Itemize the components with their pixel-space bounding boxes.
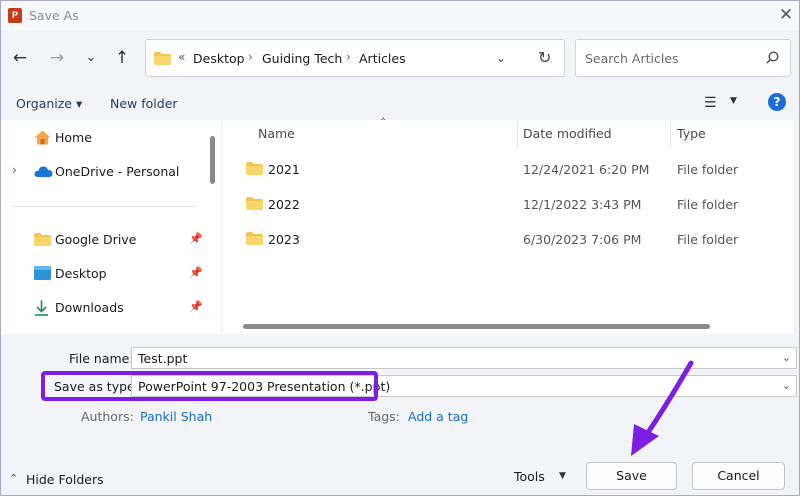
highlight-box — [41, 371, 378, 401]
nav-item-label: Google Drive — [55, 232, 137, 247]
arrow-left-icon: ← — [12, 48, 28, 68]
search-input[interactable]: Search Articles — [585, 51, 679, 66]
nav-scrollbar[interactable] — [210, 136, 215, 184]
navigation-pane: Home › OneDrive - Personal Google Drive … — [1, 120, 221, 334]
nav-item-home[interactable]: Home — [1, 123, 206, 151]
hide-folders-button[interactable]: Hide Folders — [26, 472, 104, 487]
download-icon — [35, 300, 48, 316]
desktop-icon — [34, 266, 51, 280]
chevron-up-icon: ⌃ — [9, 472, 19, 485]
breadcrumb-desktop[interactable]: Desktop — [193, 51, 245, 66]
arrow-up-icon: ↑ — [114, 48, 130, 68]
home-icon — [34, 130, 51, 145]
search-box[interactable]: Search Articles — [575, 39, 791, 77]
row-date: 6/30/2023 7:06 PM — [523, 232, 642, 247]
column-separator[interactable] — [517, 120, 518, 148]
nav-item-desktop[interactable]: Desktop 📌 — [1, 259, 206, 287]
nav-divider — [11, 206, 197, 207]
new-folder-button[interactable]: New folder — [110, 96, 178, 111]
organize-menu[interactable]: Organize ▾ — [16, 96, 82, 111]
column-separator[interactable] — [670, 120, 671, 148]
authors-label: Authors: — [81, 409, 134, 424]
nav-item-google-drive[interactable]: Google Drive 📌 — [1, 225, 206, 253]
authors-value[interactable]: Pankil Shah — [140, 409, 212, 424]
row-type: File folder — [677, 232, 739, 247]
row-date: 12/24/2021 6:20 PM — [523, 162, 650, 177]
row-type: File folder — [677, 197, 739, 212]
help-icon[interactable]: ? — [768, 93, 786, 111]
folder-icon — [246, 197, 263, 210]
address-bar[interactable]: « Desktop › Guiding Tech › Articles ⌄ ↻ — [145, 39, 565, 77]
breadcrumb-overflow[interactable]: « — [178, 50, 185, 64]
nav-item-onedrive[interactable]: › OneDrive - Personal — [1, 157, 206, 185]
dialog-footer: ⌃ Hide Folders Tools ▼ Save Cancel — [1, 445, 799, 495]
row-name: 2023 — [268, 232, 300, 247]
breadcrumb-separator[interactable]: › — [248, 50, 253, 64]
file-name-value: Test.ppt — [138, 351, 188, 366]
save-button[interactable]: Save — [586, 462, 677, 490]
breadcrumb-guiding-tech[interactable]: Guiding Tech — [262, 51, 342, 66]
close-button[interactable]: ✕ — [775, 4, 797, 26]
folder-icon — [246, 162, 263, 175]
nav-item-label: Downloads — [55, 300, 124, 315]
chevron-down-icon[interactable]: ⌄ — [782, 379, 791, 392]
tools-menu[interactable]: Tools — [514, 469, 545, 484]
folder-icon — [154, 52, 171, 65]
row-date: 12/1/2022 3:43 PM — [523, 197, 642, 212]
row-type: File folder — [677, 162, 739, 177]
cancel-button[interactable]: Cancel — [692, 462, 785, 490]
powerpoint-icon: P — [8, 8, 22, 23]
horizontal-scrollbar[interactable] — [243, 324, 710, 329]
dialog-title: Save As — [29, 8, 79, 23]
pin-icon: 📌 — [189, 300, 203, 313]
column-header-name[interactable]: Name — [258, 126, 295, 141]
tools-dropdown-icon[interactable]: ▼ — [559, 471, 566, 481]
column-header-type[interactable]: Type — [677, 126, 706, 141]
refresh-icon[interactable]: ↻ — [538, 48, 551, 67]
chevron-down-icon[interactable]: ⌄ — [782, 351, 791, 364]
folder-icon — [34, 233, 51, 246]
address-dropdown-icon[interactable]: ⌄ — [496, 51, 506, 65]
folder-icon — [246, 232, 263, 245]
file-name-label: File name: — [69, 351, 134, 366]
row-name: 2022 — [268, 197, 300, 212]
view-dropdown-icon[interactable]: ▼ — [730, 96, 737, 106]
row-name: 2021 — [268, 162, 300, 177]
nav-item-downloads[interactable]: Downloads 📌 — [1, 293, 206, 321]
chevron-down-icon: ⌄ — [85, 50, 97, 65]
sort-ascending-icon: ⌃ — [379, 117, 388, 128]
search-icon — [766, 51, 779, 64]
back-button[interactable]: ← — [8, 46, 32, 70]
pin-icon: 📌 — [189, 232, 203, 245]
nav-item-label: Desktop — [55, 266, 107, 281]
nav-item-label: Home — [55, 130, 92, 145]
nav-item-label: OneDrive - Personal — [55, 164, 180, 179]
pin-icon: 📌 — [189, 266, 203, 279]
view-list-icon[interactable]: ☰ — [704, 95, 717, 111]
chevron-right-icon[interactable]: › — [12, 163, 17, 177]
title-bar: P Save As ✕ — [1, 1, 799, 31]
up-button[interactable]: ↑ — [110, 46, 134, 70]
arrow-right-icon: → — [49, 48, 65, 68]
column-header-date[interactable]: Date modified — [523, 126, 612, 141]
tags-value[interactable]: Add a tag — [408, 409, 468, 424]
file-name-field[interactable]: Test.ppt ⌄ — [131, 347, 797, 369]
breadcrumb-articles[interactable]: Articles — [359, 51, 406, 66]
breadcrumb-separator[interactable]: › — [346, 50, 351, 64]
file-list: ⌃ Name Date modified Type 2021 12/24/202… — [223, 117, 793, 334]
save-as-dialog: P Save As ✕ ← → ⌄ ↑ « Desktop › Guiding … — [0, 0, 800, 496]
forward-button[interactable]: → — [45, 46, 69, 70]
recent-locations-button[interactable]: ⌄ — [79, 46, 103, 70]
tags-label: Tags: — [368, 409, 400, 424]
cloud-icon — [34, 166, 53, 177]
